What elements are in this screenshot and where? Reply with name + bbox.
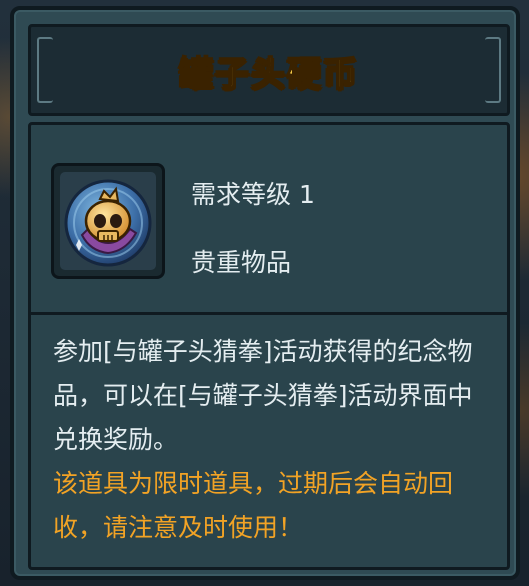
item-rarity: 贵重物品 <box>191 248 292 277</box>
item-details: 需求等级 1 贵重物品 参加[与罐子头猜拳]活动获得的纪念物品，可以在[与罐子头… <box>28 122 510 570</box>
expiry-warning: 该道具为限时道具，过期后会自动回收，请注意及时使用！ <box>53 469 454 542</box>
item-description: 参加[与罐子头猜拳]活动获得的纪念物品，可以在[与罐子头猜拳]活动界面中兑换奖励… <box>53 337 473 454</box>
required-level: 需求等级 1 <box>191 180 315 209</box>
skull-coin-icon <box>60 172 156 270</box>
item-title: 罐子头硬币 <box>178 53 359 95</box>
item-description-block: 参加[与罐子头猜拳]活动获得的纪念物品，可以在[与罐子头猜拳]活动界面中兑换奖励… <box>53 330 491 550</box>
divider <box>31 312 507 315</box>
item-tooltip-panel: 罐子头硬币 需求等级 1 贵重物品 参加[与罐子头猜拳]活动获得的纪念物品，可以… <box>10 6 520 580</box>
title-bar: 罐子头硬币 <box>28 24 510 116</box>
item-icon-frame <box>51 163 165 279</box>
